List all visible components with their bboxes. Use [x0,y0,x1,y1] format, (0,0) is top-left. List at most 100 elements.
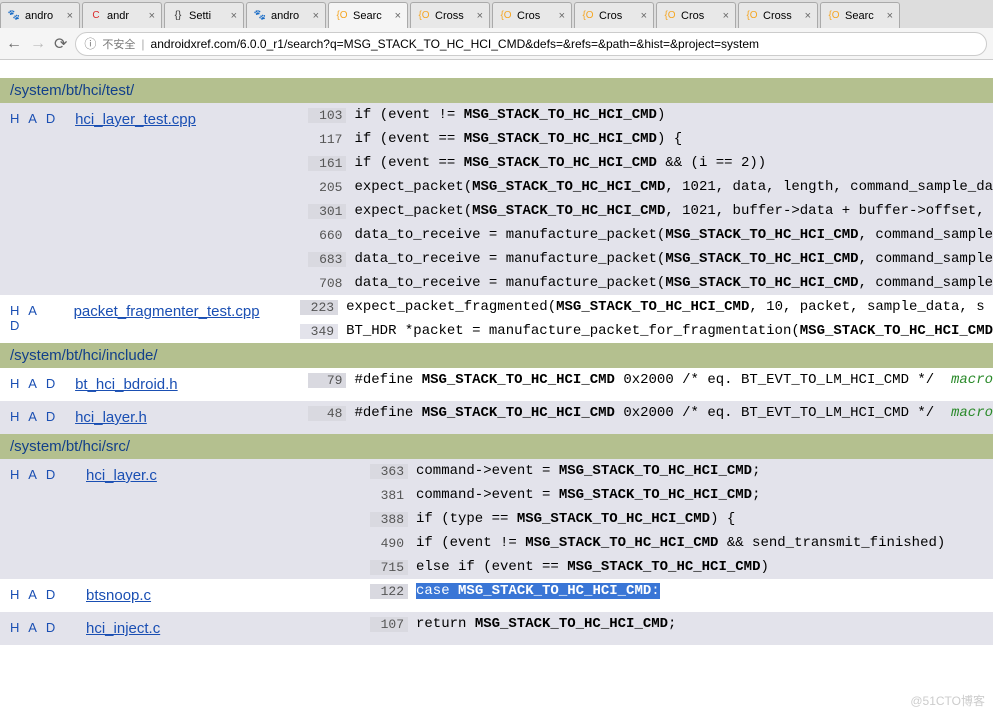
close-icon[interactable]: × [67,10,73,22]
tab-title: Searc [353,10,382,22]
filename-link[interactable]: hci_inject.c [86,620,160,637]
code-line[interactable]: 683data_to_receive = manufacture_packet(… [308,247,993,271]
browser-tab[interactable]: {OSearc× [820,2,900,28]
line-number[interactable]: 381 [370,488,408,503]
had-links[interactable]: H A D [0,103,69,295]
code-line[interactable]: 349BT_HDR *packet = manufacture_packet_f… [300,319,993,343]
close-icon[interactable]: × [231,10,237,22]
filename-link[interactable]: bt_hci_bdroid.h [75,376,178,393]
code-line[interactable]: 301expect_packet(MSG_STACK_TO_HC_HCI_CMD… [308,199,993,223]
browser-tab-strip: 🐾andro×Candr×{}Setti×🐾andro×{OSearc×{OCr… [0,0,993,28]
close-icon[interactable]: × [395,10,401,22]
code-line[interactable]: 223expect_packet_fragmented(MSG_STACK_TO… [300,295,993,319]
code-lines: 48 #define MSG_STACK_TO_HC_HCI_CMD 0x2000… [308,401,993,434]
code-line[interactable]: 205expect_packet(MSG_STACK_TO_HC_HCI_CMD… [308,175,993,199]
code-line[interactable]: 122case MSG_STACK_TO_HC_HCI_CMD: [370,579,993,603]
close-icon[interactable]: × [313,10,319,22]
line-number[interactable]: 79 [308,373,346,388]
line-number[interactable]: 363 [370,464,408,479]
filename-link[interactable]: hci_layer.h [75,409,147,426]
code-lines: 107return MSG_STACK_TO_HC_HCI_CMD; [370,612,993,645]
close-icon[interactable]: × [477,10,483,22]
browser-tab[interactable]: {OCros× [492,2,572,28]
line-number[interactable]: 205 [308,180,346,195]
had-links[interactable]: H A D [0,612,80,645]
url-text: androidxref.com/6.0.0_r1/search?q=MSG_ST… [151,37,760,51]
browser-tab[interactable]: {OCross× [410,2,490,28]
code-line[interactable]: 107return MSG_STACK_TO_HC_HCI_CMD; [370,612,993,636]
directory-header[interactable]: /system/bt/hci/include/ [0,343,993,368]
line-number[interactable]: 223 [300,300,338,315]
browser-tab[interactable]: {OCros× [656,2,736,28]
code-line[interactable]: 660data_to_receive = manufacture_packet(… [308,223,993,247]
line-number[interactable]: 349 [300,324,338,339]
close-icon[interactable]: × [559,10,565,22]
line-number[interactable]: 683 [308,252,346,267]
code-lines: 122case MSG_STACK_TO_HC_HCI_CMD: [370,579,993,612]
code-line[interactable]: 79 #define MSG_STACK_TO_HC_HCI_CMD 0x2000… [308,368,993,392]
close-icon[interactable]: × [641,10,647,22]
line-number[interactable]: 48 [308,406,346,421]
directory-header[interactable]: /system/bt/hci/src/ [0,434,993,459]
code-line[interactable]: 381 command->event = MSG_STACK_TO_HC_HCI_… [370,483,993,507]
directory-header[interactable]: /system/bt/hci/test/ [0,78,993,103]
code-line[interactable]: 48 #define MSG_STACK_TO_HC_HCI_CMD 0x2000… [308,401,993,425]
filename-link[interactable]: hci_layer_test.cpp [75,111,196,128]
tab-title: Cros [599,10,622,22]
file-result-row: H A D hci_layer.c 363 command->event = MSG_… [0,459,993,579]
browser-tab[interactable]: Candr× [82,2,162,28]
browser-tab[interactable]: {OCros× [574,2,654,28]
had-links[interactable]: H A D [0,459,80,579]
line-number[interactable]: 107 [370,617,408,632]
filename-cell: hci_layer.h [69,401,308,434]
code-text: command->event = MSG_STACK_TO_HC_HCI_CMD… [416,463,760,479]
had-links[interactable]: H A D [0,295,68,343]
line-number[interactable]: 122 [370,584,408,599]
close-icon[interactable]: × [149,10,155,22]
code-line[interactable]: 103if (event != MSG_STACK_TO_HC_HCI_CMD) [308,103,993,127]
filename-link[interactable]: hci_layer.c [86,467,157,484]
had-links[interactable]: H A D [0,401,69,434]
code-line[interactable]: 117if (event == MSG_STACK_TO_HC_HCI_CMD)… [308,127,993,151]
code-line[interactable]: 490if (event != MSG_STACK_TO_HC_HCI_CMD … [370,531,993,555]
line-number[interactable]: 715 [370,560,408,575]
line-number[interactable]: 388 [370,512,408,527]
code-line[interactable]: 715else if (event == MSG_STACK_TO_HC_HCI… [370,555,993,579]
line-number[interactable]: 103 [308,108,346,123]
code-text: command->event = MSG_STACK_TO_HC_HCI_CMD… [416,487,760,503]
had-links[interactable]: H A D [0,368,69,401]
browser-tab[interactable]: {}Setti× [164,2,244,28]
favicon-icon: {} [171,9,185,23]
browser-tab[interactable]: {OCross× [738,2,818,28]
line-number[interactable]: 490 [370,536,408,551]
close-icon[interactable]: × [723,10,729,22]
line-number[interactable]: 117 [308,132,346,147]
browser-tab[interactable]: 🐾andro× [0,2,80,28]
file-result-row: H A D btsnoop.c 122case MSG_STACK_TO_HC_HC… [0,579,993,612]
code-line[interactable]: 161if (event == MSG_STACK_TO_HC_HCI_CMD … [308,151,993,175]
close-icon[interactable]: × [887,10,893,22]
code-line[interactable]: 388if (type == MSG_STACK_TO_HC_HCI_CMD) … [370,507,993,531]
had-links[interactable]: H A D [0,579,80,612]
reload-button[interactable]: ⟳ [54,34,67,54]
code-text: #define MSG_STACK_TO_HC_HCI_CMD 0x2000 /… [354,372,993,388]
file-result-row: H A D hci_layer.h 48 #define MSG_STACK_TO_H… [0,401,993,434]
tab-title: andr [107,10,129,22]
line-number[interactable]: 708 [308,276,346,291]
favicon-icon: {O [663,9,677,23]
line-number[interactable]: 660 [308,228,346,243]
filename-link[interactable]: btsnoop.c [86,587,151,604]
browser-tab[interactable]: 🐾andro× [246,2,326,28]
line-number[interactable]: 301 [308,204,346,219]
tab-title: Cross [435,10,464,22]
code-line[interactable]: 363 command->event = MSG_STACK_TO_HC_HCI_… [370,459,993,483]
code-text: #define MSG_STACK_TO_HC_HCI_CMD 0x2000 /… [354,405,993,421]
line-number[interactable]: 161 [308,156,346,171]
forward-button[interactable]: → [30,35,46,53]
close-icon[interactable]: × [805,10,811,22]
filename-link[interactable]: packet_fragmenter_test.cpp [74,303,260,320]
back-button[interactable]: ← [6,35,22,53]
code-line[interactable]: 708data_to_receive = manufacture_packet(… [308,271,993,295]
url-field[interactable]: ⓘ 不安全 | androidxref.com/6.0.0_r1/search?… [75,32,987,56]
browser-tab[interactable]: {OSearc× [328,2,408,28]
